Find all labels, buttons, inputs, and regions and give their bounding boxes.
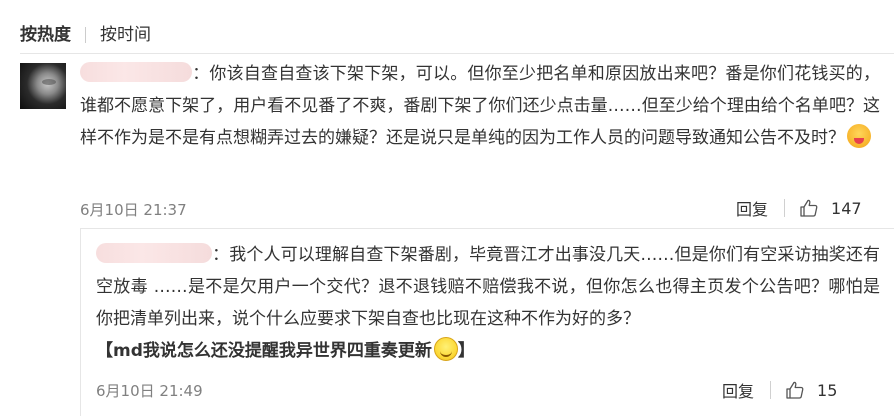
comment-actions: 回复 147: [736, 196, 862, 220]
sort-by-hot-tab[interactable]: 按热度: [20, 22, 71, 48]
main-comment-body: ：你该自查自查该下架下架，可以。但你至少把名单和原因放出来吧？番是你们花钱买的，…: [80, 58, 880, 154]
reply-actions: 回复 15: [722, 378, 837, 402]
sort-by-time-tab[interactable]: 按时间: [100, 22, 151, 48]
reply-comment-text: ：我个人可以理解自查下架番剧，毕竟晋江才出事没几天……但是你们有空采访抽奖还有空…: [96, 245, 880, 329]
main-comment-text: ：你该自查自查该下架下架，可以。但你至少把名单和原因放出来吧？番是你们花钱买的，…: [80, 64, 880, 148]
like-count: 147: [831, 198, 862, 218]
like-count: 15: [817, 380, 838, 400]
reply-button[interactable]: 回复: [722, 378, 754, 402]
thumbs-up-icon[interactable]: [785, 380, 805, 400]
sort-tabs: 按热度 按时间: [20, 22, 151, 48]
header-divider: [20, 53, 894, 54]
drool-emoji-icon: [847, 124, 871, 148]
thumbs-up-icon[interactable]: [799, 198, 819, 218]
masked-username[interactable]: [80, 62, 192, 82]
comment-section: 按热度 按时间 ：你该自查自查该下架下架，可以。但你至少把名单和原因放出来吧？番…: [0, 0, 894, 416]
reply-quote-text: 【md我说怎么还没提醒我异世界四重奏更新: [96, 341, 432, 361]
action-divider: [784, 199, 786, 217]
avatar[interactable]: [20, 63, 66, 109]
tab-divider: [85, 27, 86, 43]
action-divider: [770, 381, 772, 399]
masked-username[interactable]: [96, 243, 212, 263]
reply-timestamp: 6月10日 21:49: [96, 382, 203, 400]
reply-comment-body: ：我个人可以理解自查下架番剧，毕竟晋江才出事没几天……但是你们有空采访抽奖还有空…: [96, 239, 880, 367]
reply-button[interactable]: 回复: [736, 196, 768, 220]
comment-timestamp: 6月10日 21:37: [80, 201, 187, 219]
smile-emoji-icon: [433, 337, 458, 361]
reply-quote-end: 】: [457, 341, 475, 361]
